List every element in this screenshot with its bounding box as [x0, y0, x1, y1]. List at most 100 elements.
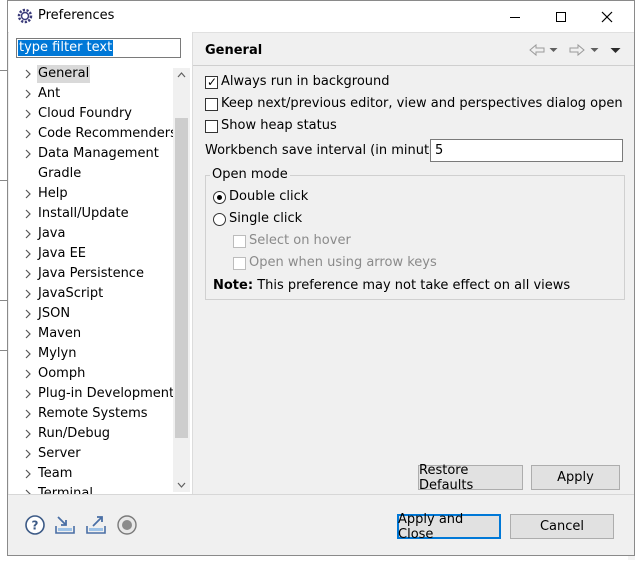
- export-icon[interactable]: [85, 514, 107, 536]
- save-interval-label: Workbench save interval (in minutes):: [205, 143, 454, 158]
- tree-item-data-management[interactable]: Data Management: [9, 144, 174, 164]
- chevron-right-icon[interactable]: [23, 208, 33, 220]
- note-prefix: Note:: [213, 278, 254, 293]
- forward-arrow-icon: [569, 43, 585, 57]
- checkbox-box[interactable]: [233, 257, 246, 270]
- checkbox-box[interactable]: [233, 235, 246, 248]
- chevron-right-icon[interactable]: [23, 348, 33, 360]
- tree-item-java[interactable]: Java: [9, 224, 174, 244]
- chevron-right-icon[interactable]: [23, 308, 33, 320]
- view-menu-icon: [610, 47, 621, 53]
- maximize-button[interactable]: [538, 1, 584, 32]
- chevron-right-icon[interactable]: [23, 228, 33, 240]
- tree-item-oomph[interactable]: Oomph: [9, 364, 174, 384]
- check-mark-icon: ✓: [207, 75, 218, 89]
- minimize-button[interactable]: [492, 1, 538, 32]
- tree-item-ant[interactable]: Ant: [9, 84, 174, 104]
- chevron-right-icon[interactable]: [23, 428, 33, 440]
- tree-item-code-recommenders[interactable]: Code Recommenders: [9, 124, 174, 144]
- checkbox-box[interactable]: [205, 98, 218, 111]
- minimize-icon: [510, 16, 520, 18]
- close-button[interactable]: [584, 1, 630, 32]
- help-icon[interactable]: ?: [24, 514, 46, 536]
- tree-item-label: Data Management: [38, 146, 159, 161]
- chevron-right-icon[interactable]: [23, 128, 33, 140]
- radio-button[interactable]: [213, 191, 226, 204]
- svg-text:?: ?: [32, 519, 39, 533]
- forward-button[interactable]: [568, 41, 586, 59]
- import-icon[interactable]: [54, 514, 76, 536]
- eclipse-gear-icon: [17, 8, 33, 24]
- tree-item-label: Cloud Foundry: [38, 106, 133, 121]
- preferences-dialog: Preferences type filter text General Ant C…: [7, 0, 635, 556]
- tree-item-general[interactable]: General: [9, 64, 174, 84]
- chevron-right-icon[interactable]: [23, 388, 33, 400]
- tree-item-remote-systems[interactable]: Remote Systems: [9, 404, 174, 424]
- apply-button[interactable]: Apply: [531, 465, 620, 490]
- note-text: This preference may not take effect on a…: [257, 278, 571, 293]
- tree-item-maven[interactable]: Maven: [9, 324, 174, 344]
- tree-item-javascript[interactable]: JavaScript: [9, 284, 174, 304]
- back-button[interactable]: [528, 41, 546, 59]
- restore-defaults-button[interactable]: Restore Defaults: [418, 463, 523, 493]
- tree-item-cloud-foundry[interactable]: Cloud Foundry: [9, 104, 174, 124]
- radio-label: Double click: [229, 189, 309, 204]
- chevron-right-icon[interactable]: [23, 288, 33, 300]
- apply-and-close-button[interactable]: Apply and Close: [397, 512, 501, 542]
- open-mode-legend: Open mode: [210, 167, 290, 182]
- scrollbar-thumb[interactable]: [175, 118, 188, 438]
- record-icon[interactable]: [116, 514, 138, 536]
- tree-item-label: JSON: [38, 306, 71, 321]
- tree-item-label: Install/Update: [38, 206, 129, 221]
- chevron-right-icon[interactable]: [23, 368, 33, 380]
- cancel-button[interactable]: Cancel: [510, 514, 614, 539]
- chevron-right-icon[interactable]: [23, 188, 33, 200]
- dropdown-icon: [590, 48, 599, 52]
- tree-item-java-persistence[interactable]: Java Persistence: [9, 264, 174, 284]
- tree-item-team[interactable]: Team: [9, 464, 174, 484]
- tree-scrollbar[interactable]: [173, 68, 190, 492]
- tree-item-terminal[interactable]: Terminal: [9, 484, 174, 494]
- window-title: Preferences: [38, 8, 115, 23]
- checkbox-label: Select on hover: [249, 233, 351, 248]
- chevron-right-icon[interactable]: [23, 248, 33, 260]
- chevron-right-icon[interactable]: [23, 108, 33, 120]
- checkbox-box[interactable]: ✓: [205, 75, 218, 89]
- preference-tree-pane: type filter text General Ant Cloud Foundry…: [9, 32, 193, 494]
- tree-item-label: Terminal: [38, 486, 93, 494]
- chevron-right-icon[interactable]: [23, 408, 33, 420]
- tree-item-run-debug[interactable]: Run/Debug: [9, 424, 174, 444]
- tree-item-server[interactable]: Server: [9, 444, 174, 464]
- tree-item-mylyn[interactable]: Mylyn: [9, 344, 174, 364]
- forward-history-dropdown[interactable]: [590, 41, 599, 59]
- back-history-dropdown[interactable]: [549, 41, 558, 59]
- tree-item-label: Maven: [38, 326, 82, 341]
- tree-item-gradle[interactable]: Gradle: [9, 164, 174, 184]
- checkbox-box[interactable]: [205, 120, 218, 133]
- save-interval-input[interactable]: 5: [430, 139, 623, 162]
- chevron-right-icon[interactable]: [23, 468, 33, 480]
- tree-item-json[interactable]: JSON: [9, 304, 174, 324]
- scroll-down-icon[interactable]: [173, 478, 190, 492]
- view-menu-button[interactable]: [610, 41, 621, 59]
- open-mode-group: Open mode Double click Single click Sele…: [205, 167, 625, 300]
- chevron-right-icon[interactable]: [23, 68, 33, 80]
- chevron-right-icon[interactable]: [23, 88, 33, 100]
- chevron-right-icon[interactable]: [23, 448, 33, 460]
- chevron-right-icon[interactable]: [23, 148, 33, 160]
- chevron-right-icon[interactable]: [23, 328, 33, 340]
- tree-item-java-ee[interactable]: Java EE: [9, 244, 174, 264]
- chevron-right-icon[interactable]: [23, 268, 33, 280]
- tree-item-label: Remote Systems: [38, 406, 148, 421]
- close-icon: [601, 11, 613, 22]
- tree-item-help[interactable]: Help: [9, 184, 174, 204]
- tree-item-install-update[interactable]: Install/Update: [9, 204, 174, 224]
- checkbox-label: Open when using arrow keys: [249, 255, 437, 270]
- tree-item-label: Java Persistence: [38, 266, 144, 281]
- filter-text[interactable]: type filter text: [18, 40, 114, 56]
- radio-button[interactable]: [213, 213, 226, 226]
- tree-item-label: General: [37, 65, 91, 83]
- page-navigation: [520, 41, 630, 59]
- scroll-up-icon[interactable]: [173, 68, 190, 82]
- tree-item-plug-in-development[interactable]: Plug-in Development: [9, 384, 174, 404]
